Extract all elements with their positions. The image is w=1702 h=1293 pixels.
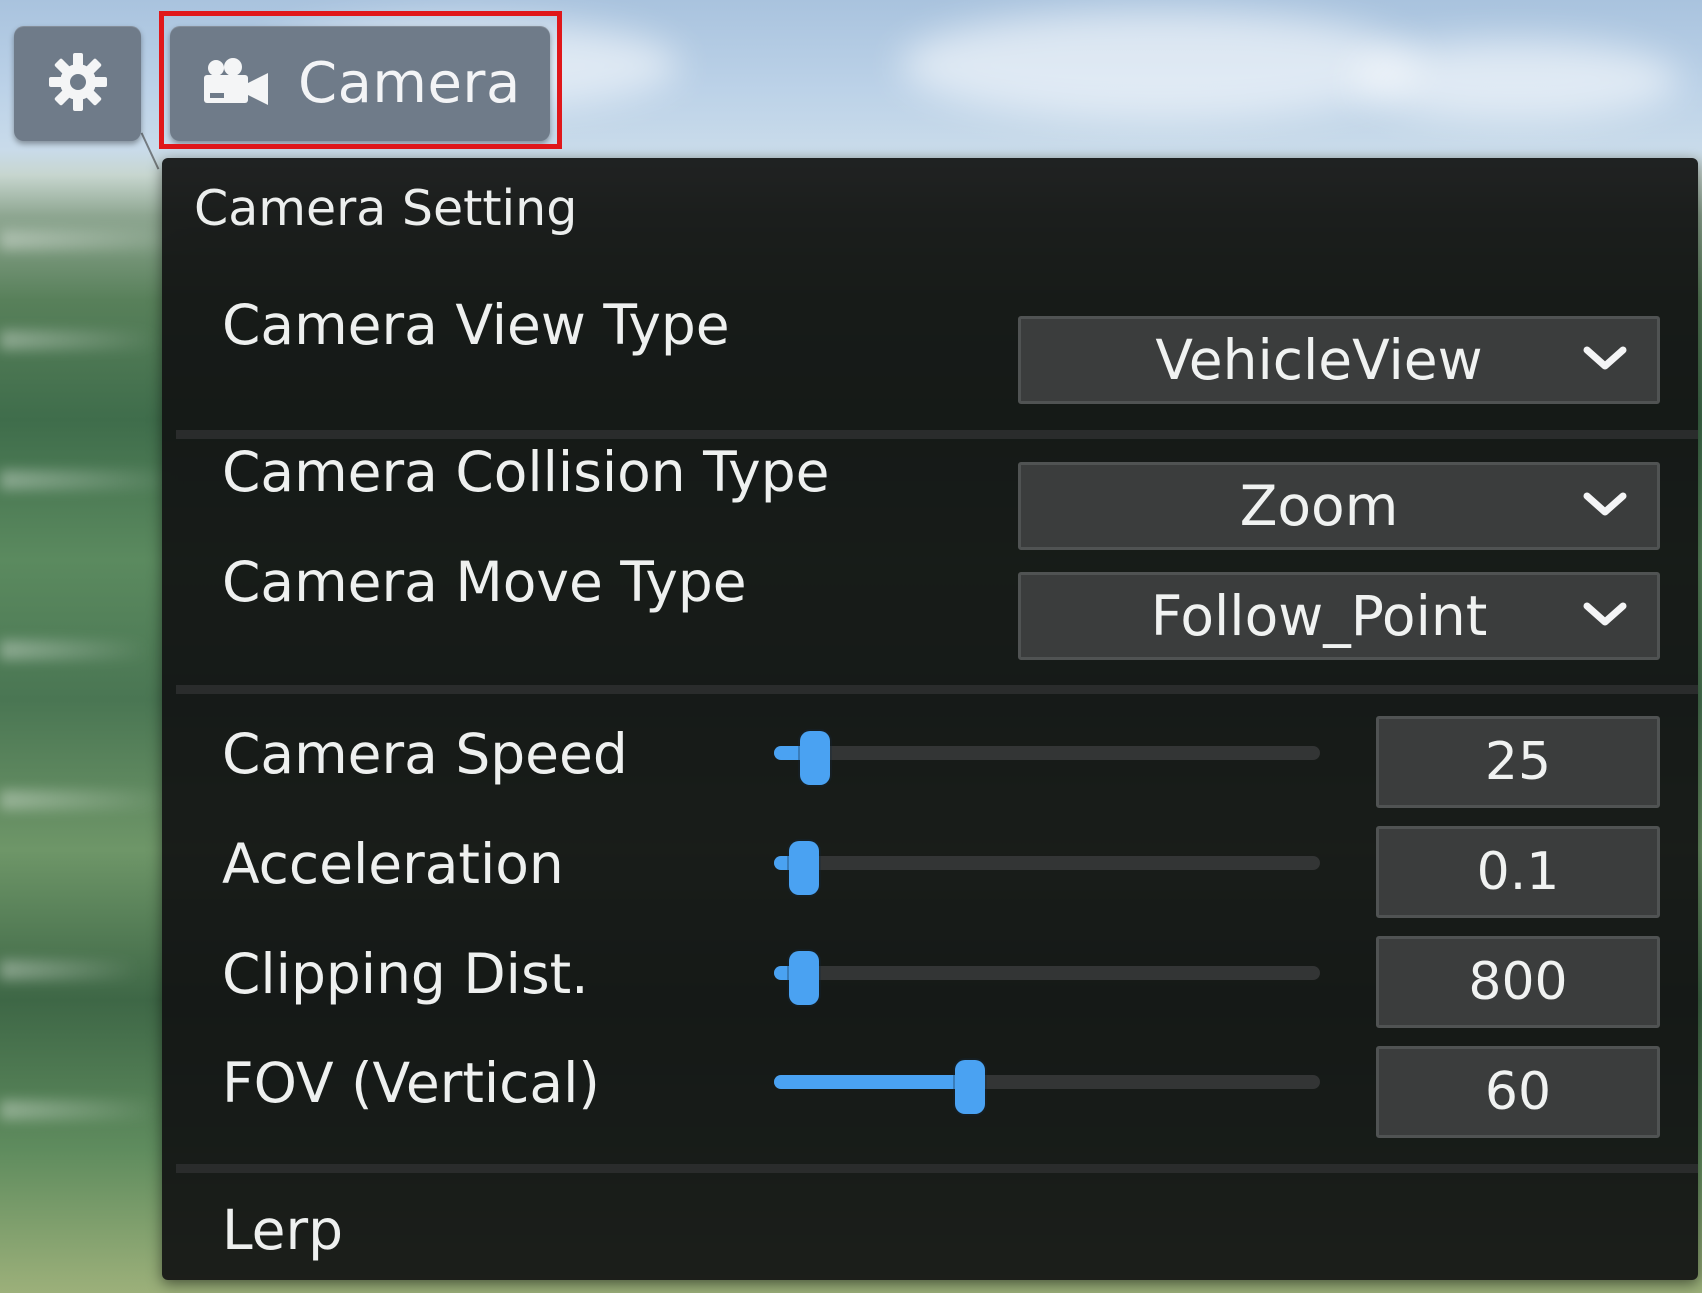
camera-settings-panel: Camera Setting Camera View Type VehicleV… (162, 158, 1698, 1280)
terrain-streak (0, 470, 180, 490)
acceleration-label: Acceleration (222, 832, 564, 896)
settings-button[interactable] (14, 26, 141, 141)
terrain-streak (0, 790, 170, 810)
chevron-down-icon (1583, 600, 1627, 632)
panel-title: Camera Setting (194, 180, 578, 237)
acceleration-input[interactable]: 0.1 (1376, 826, 1660, 918)
slider-track (774, 856, 1320, 870)
camera-collision-type-label: Camera Collision Type (222, 440, 830, 504)
section-divider (176, 430, 1698, 439)
camera-move-type-value: Follow_Point (1150, 584, 1488, 648)
camera-speed-label: Camera Speed (222, 722, 628, 786)
camera-collision-type-value: Zoom (1239, 474, 1399, 538)
camera-button-label: Camera (298, 51, 521, 116)
slider-handle[interactable] (799, 731, 830, 785)
clipping-dist-slider[interactable] (774, 951, 1320, 1005)
cloud (900, 10, 1420, 120)
terrain-streak (0, 640, 150, 660)
section-divider (176, 1164, 1698, 1173)
slider-fill (774, 1075, 970, 1089)
camera-speed-input[interactable]: 25 (1376, 716, 1660, 808)
video-camera-icon (202, 57, 272, 111)
cloud (1350, 40, 1680, 120)
gear-icon (46, 50, 110, 118)
slider-handle[interactable] (789, 951, 820, 1005)
chevron-down-icon (1583, 344, 1627, 376)
power-line (140, 132, 160, 170)
terrain-streak (0, 330, 160, 350)
terrain-streak (0, 1100, 160, 1120)
camera-view-type-label: Camera View Type (222, 293, 730, 357)
camera-button[interactable]: Camera (170, 26, 550, 141)
chevron-down-icon (1583, 490, 1627, 522)
clipping-dist-label: Clipping Dist. (222, 942, 589, 1006)
camera-view-type-dropdown[interactable]: VehicleView (1018, 316, 1660, 404)
camera-move-type-label: Camera Move Type (222, 550, 747, 614)
clipping-dist-input[interactable]: 800 (1376, 936, 1660, 1028)
fov-vertical-slider[interactable] (774, 1060, 1320, 1114)
slider-track (774, 746, 1320, 760)
lerp-label: Lerp (222, 1198, 344, 1262)
slider-handle[interactable] (954, 1060, 985, 1114)
terrain-streak (0, 960, 140, 980)
slider-track (774, 966, 1320, 980)
camera-view-type-value: VehicleView (1155, 328, 1483, 392)
fov-vertical-label: FOV (Vertical) (222, 1051, 600, 1115)
camera-collision-type-dropdown[interactable]: Zoom (1018, 462, 1660, 550)
camera-move-type-dropdown[interactable]: Follow_Point (1018, 572, 1660, 660)
camera-speed-slider[interactable] (774, 731, 1320, 785)
fov-vertical-input[interactable]: 60 (1376, 1046, 1660, 1138)
slider-handle[interactable] (789, 841, 820, 895)
section-divider (176, 685, 1698, 694)
acceleration-slider[interactable] (774, 841, 1320, 895)
